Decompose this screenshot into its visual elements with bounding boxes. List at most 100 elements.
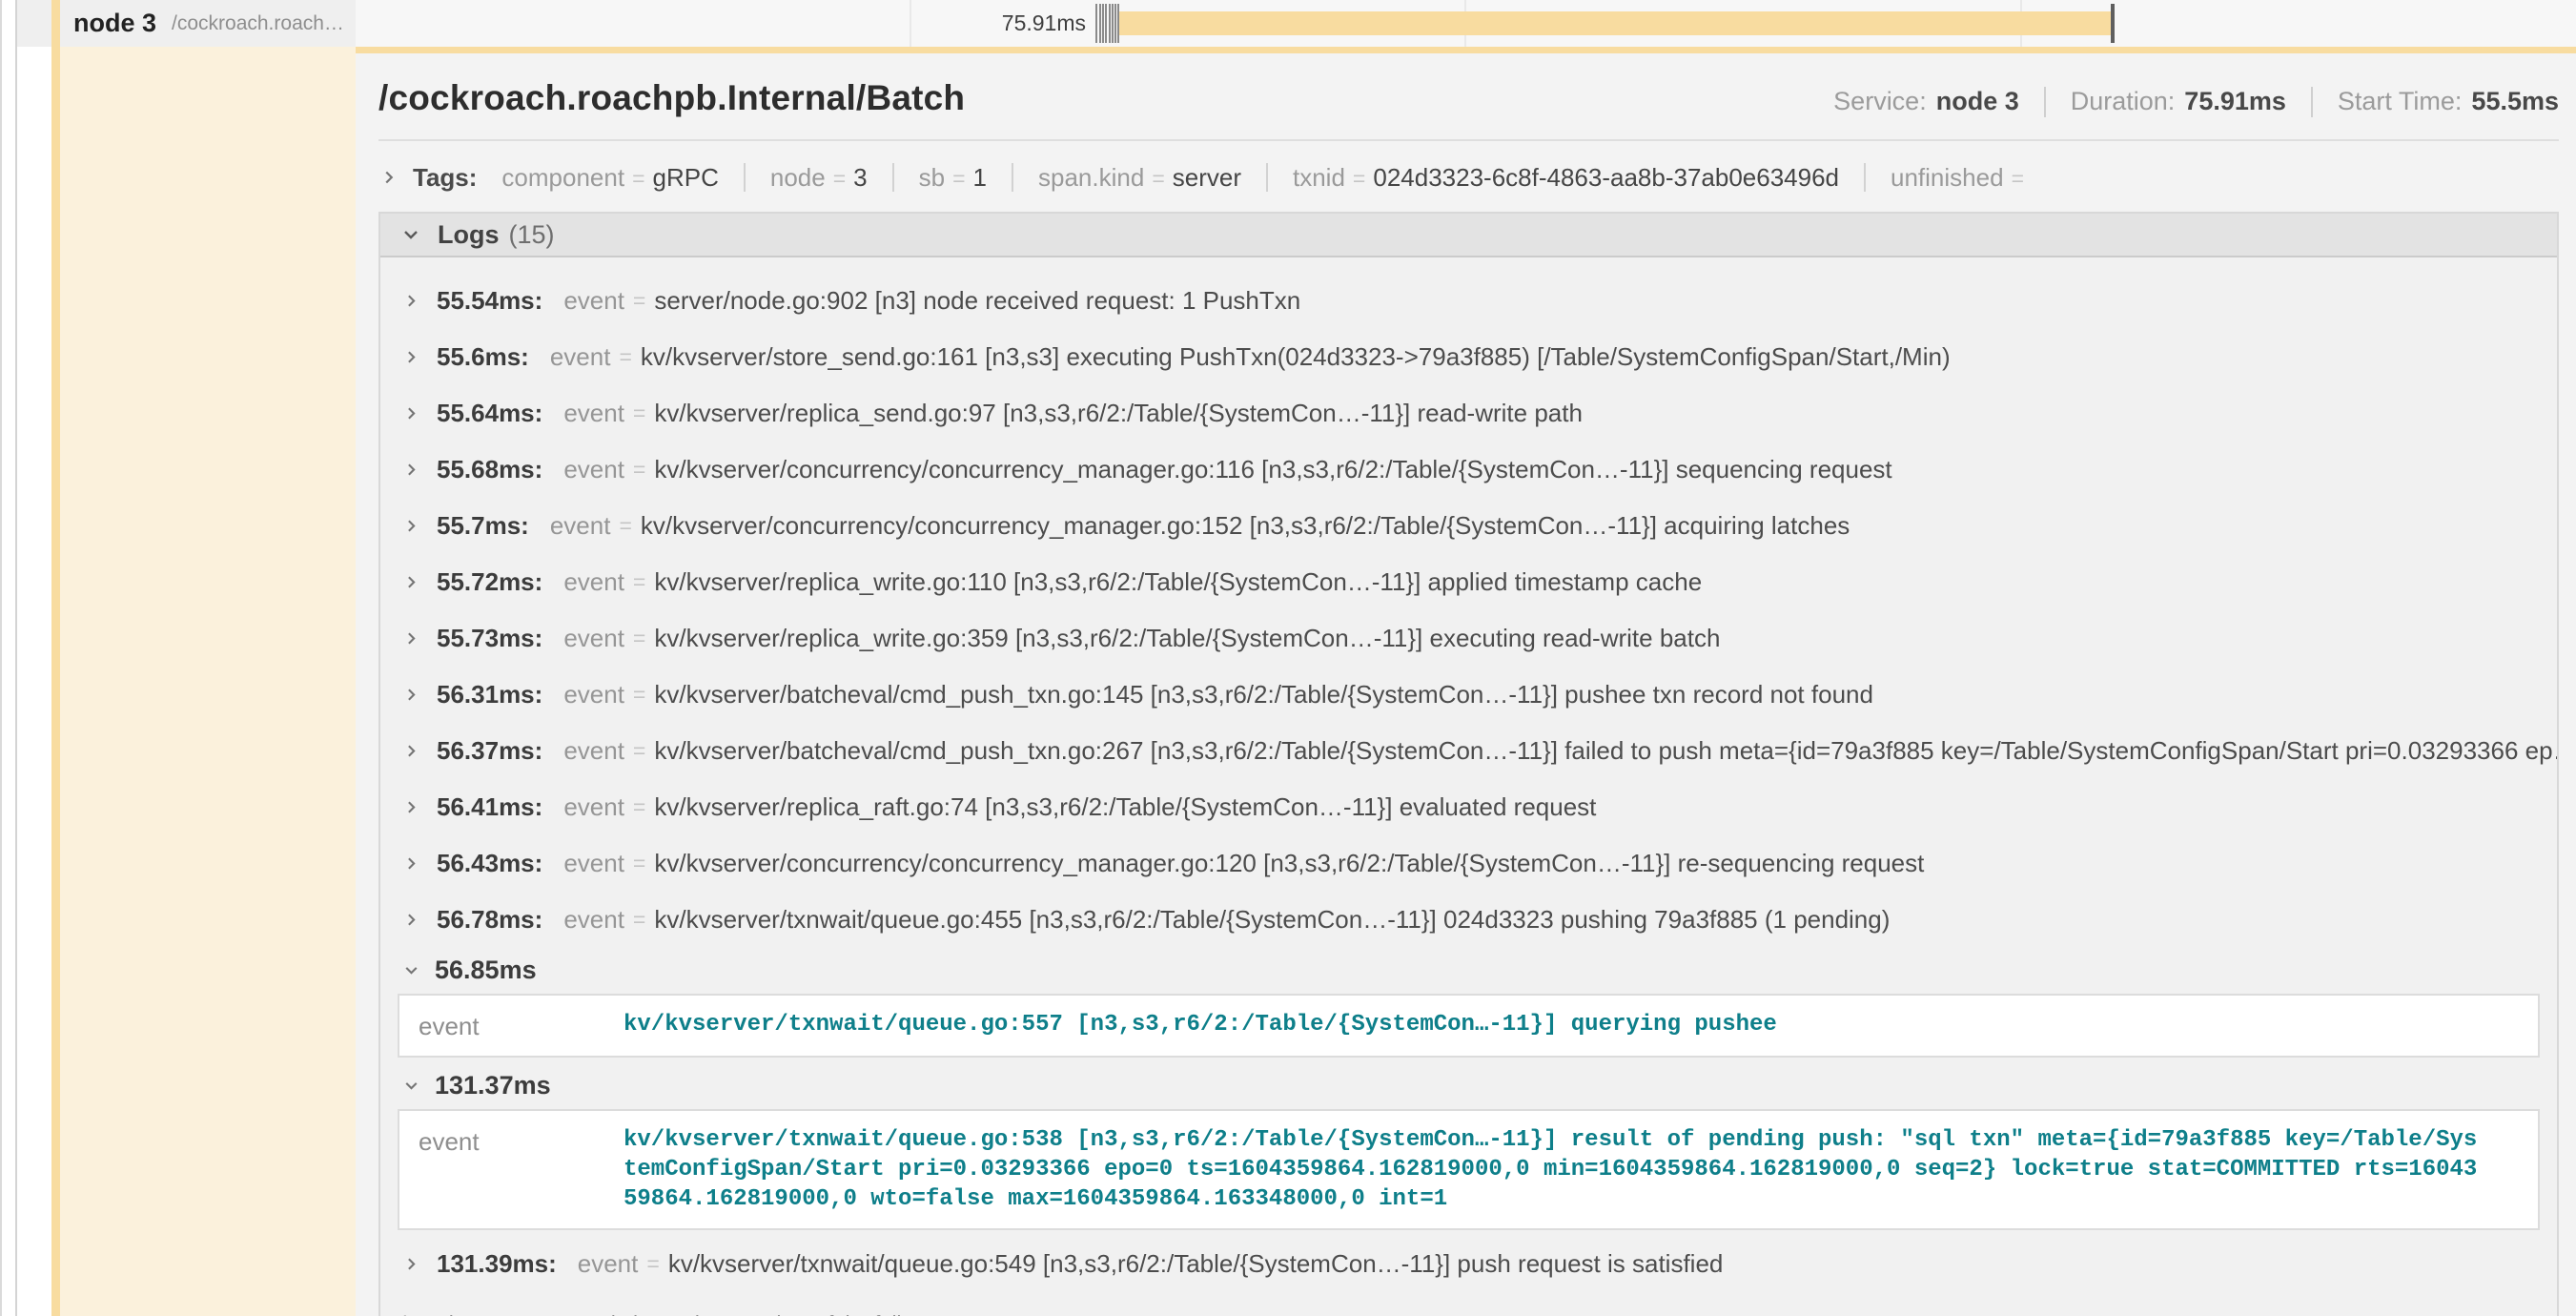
tag-divider	[892, 163, 894, 192]
log-field-value: server/node.go:902 [n3] node received re…	[654, 286, 1300, 316]
log-field-key: event	[419, 1125, 624, 1214]
log-timestamp: 55.73ms:	[437, 624, 542, 653]
log-field-key: event	[563, 455, 624, 484]
log-field-key: event	[563, 286, 624, 316]
meta-divider	[2311, 87, 2313, 117]
tag-item: unfinished =	[1891, 163, 2032, 193]
log-timestamp: 56.43ms:	[437, 849, 542, 878]
start-time-value: 55.5ms	[2471, 87, 2559, 116]
span-row-name-cell[interactable]: node 3 /cockroach.roach…	[17, 0, 356, 47]
log-row[interactable]: 56.43ms:event=kv/kvserver/concurrency/co…	[380, 835, 2557, 892]
chevron-right-icon	[401, 291, 421, 311]
service-value: node 3	[1936, 87, 2019, 116]
log-field-key: event	[563, 905, 624, 935]
chevron-right-icon	[401, 516, 421, 536]
tag-item: component=gRPC	[501, 163, 718, 193]
chevron-right-icon	[401, 797, 421, 817]
log-list: 55.54ms:event=server/node.go:902 [n3] no…	[380, 257, 2557, 1292]
log-field-value: kv/kvserver/store_send.go:161 [n3,s3] ex…	[641, 342, 1951, 372]
logs-accordion: Logs (15) 55.54ms:event=server/node.go:9…	[378, 212, 2559, 1316]
span-duration-bar[interactable]	[1119, 11, 2111, 35]
tag-divider	[744, 163, 746, 192]
log-row[interactable]: 56.37ms:event=kv/kvserver/batcheval/cmd_…	[380, 723, 2557, 779]
log-row[interactable]: 131.39ms:event=kv/kvserver/txnwait/queue…	[380, 1236, 2557, 1292]
tag-key: unfinished	[1891, 163, 2004, 193]
equals-sign: =	[1152, 166, 1164, 192]
log-field-key: event	[550, 342, 611, 372]
log-marker-tick	[1114, 4, 1116, 43]
name-column-resizer[interactable]	[15, 0, 17, 1316]
equals-sign: =	[633, 682, 645, 708]
log-marker-tick	[1095, 4, 1097, 43]
log-field-value: kv/kvserver/txnwait/queue.go:538 [n3,s3,…	[624, 1125, 2477, 1214]
log-timestamp: 56.31ms:	[437, 680, 542, 709]
equals-sign: =	[619, 513, 631, 539]
log-field-key: event	[550, 511, 611, 541]
log-row[interactable]: 56.41ms:event=kv/kvserver/replica_raft.g…	[380, 779, 2557, 835]
log-row-expanded-toggle[interactable]: 131.37ms	[380, 1063, 2557, 1107]
chevron-right-icon	[401, 685, 421, 705]
tag-key: node	[770, 163, 826, 193]
equals-sign: =	[633, 907, 645, 933]
log-field-key: event	[563, 849, 624, 878]
span-detail-meta: Service: node 3 Duration: 75.91ms Start …	[1833, 87, 2559, 117]
log-timestamp: 56.41ms:	[437, 792, 542, 822]
log-field-key: event	[563, 680, 624, 709]
meta-divider	[2044, 87, 2046, 117]
log-field-key: event	[563, 736, 624, 766]
log-row[interactable]: 56.78ms:event=kv/kvserver/txnwait/queue.…	[380, 892, 2557, 948]
logs-count: (15)	[509, 220, 555, 250]
tag-value: 1	[973, 163, 987, 193]
equals-sign: =	[646, 1251, 659, 1277]
page-left-edge	[0, 0, 2, 1316]
equals-sign: =	[633, 626, 645, 651]
logs-title: Logs	[438, 220, 500, 250]
log-marker-tick	[1102, 4, 1104, 43]
log-row[interactable]: 55.68ms:event=kv/kvserver/concurrency/co…	[380, 442, 2557, 498]
tag-value: gRPC	[653, 163, 719, 193]
chevron-right-icon	[401, 347, 421, 367]
log-field-value: kv/kvserver/concurrency/concurrency_mana…	[654, 849, 1924, 878]
log-row[interactable]: 55.54ms:event=server/node.go:902 [n3] no…	[380, 273, 2557, 329]
start-time-label: Start Time:	[2338, 87, 2463, 116]
log-field-value: kv/kvserver/txnwait/queue.go:549 [n3,s3,…	[668, 1249, 1724, 1279]
log-row[interactable]: 55.64ms:event=kv/kvserver/replica_send.g…	[380, 385, 2557, 442]
chevron-right-icon	[401, 1254, 421, 1274]
equals-sign: =	[833, 166, 846, 192]
tag-divider	[1012, 163, 1013, 192]
log-row[interactable]: 55.72ms:event=kv/kvserver/replica_write.…	[380, 554, 2557, 610]
tag-value: 3	[853, 163, 867, 193]
chevron-right-icon	[401, 572, 421, 592]
tags-label: Tags:	[413, 163, 477, 193]
log-field-key: event	[563, 567, 624, 597]
equals-sign: =	[633, 569, 645, 595]
equals-sign: =	[633, 738, 645, 764]
span-duration-label: 75.91ms	[895, 0, 1086, 47]
log-row[interactable]: 55.7ms:event=kv/kvserver/concurrency/con…	[380, 498, 2557, 554]
log-field-value: kv/kvserver/concurrency/concurrency_mana…	[654, 455, 1891, 484]
log-row[interactable]: 56.31ms:event=kv/kvserver/batcheval/cmd_…	[380, 667, 2557, 723]
equals-sign: =	[632, 166, 644, 192]
chevron-right-icon	[378, 167, 399, 188]
log-field-key: event	[578, 1249, 639, 1279]
equals-sign: =	[2012, 166, 2024, 192]
tags-accordion-toggle[interactable]: Tags: component=gRPCnode=3sb=1span.kind=…	[378, 156, 2559, 198]
span-row-timeline-cell[interactable]: 75.91ms	[356, 0, 2576, 47]
tag-item: txnid=024d3323-6c8f-4863-aa8b-37ab0e6349…	[1293, 163, 1839, 193]
duration-value: 75.91ms	[2184, 87, 2286, 116]
log-field-value: kv/kvserver/replica_write.go:110 [n3,s3,…	[654, 567, 1702, 597]
service-label: Service:	[1833, 87, 1927, 116]
logs-accordion-toggle[interactable]: Logs (15)	[380, 214, 2557, 257]
log-row-expanded-toggle[interactable]: 56.85ms	[380, 948, 2557, 992]
log-field-key: event	[563, 624, 624, 653]
tag-item: sb=1	[919, 163, 987, 193]
log-marker-tick	[1109, 4, 1111, 43]
log-row[interactable]: 55.6ms:event=kv/kvserver/store_send.go:1…	[380, 329, 2557, 385]
chevron-right-icon	[401, 460, 421, 480]
log-marker-tick	[1112, 4, 1114, 43]
log-row[interactable]: 55.73ms:event=kv/kvserver/replica_write.…	[380, 610, 2557, 667]
log-timestamp: 56.78ms:	[437, 905, 542, 935]
span-row-service-name: node 3	[73, 9, 156, 38]
tag-item: node = 3	[770, 163, 868, 193]
log-timestamp: 55.7ms:	[437, 511, 529, 541]
